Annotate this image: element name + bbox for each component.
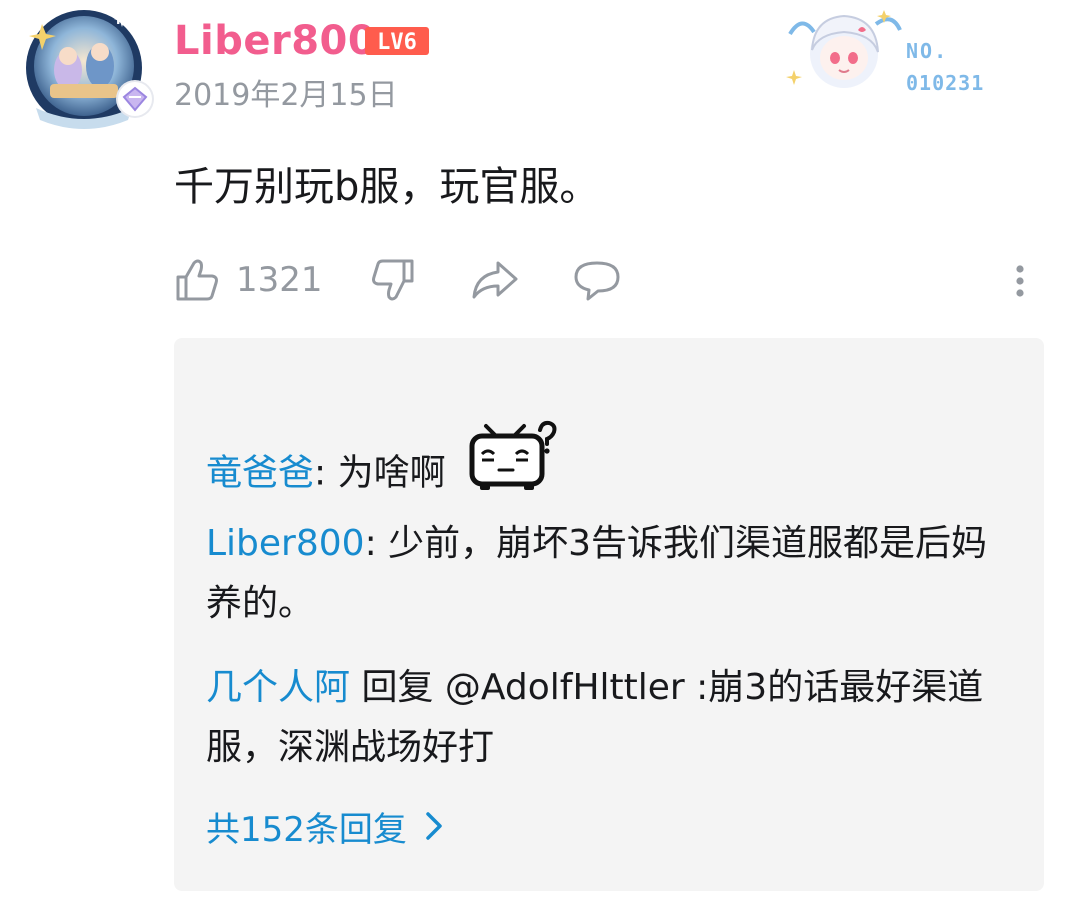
thumbs-down-icon — [372, 259, 414, 301]
more-options-button[interactable] — [1010, 250, 1030, 310]
reply-item[interactable]: 竜爸爸: 为啥啊 — [206, 420, 1006, 515]
like-count: 1321 — [236, 260, 323, 300]
comment-icon — [574, 261, 620, 301]
reply-separator — [350, 667, 361, 708]
share-icon — [472, 261, 518, 299]
view-all-replies-label: 共152条回复 — [206, 810, 407, 850]
fan-card-character-image — [786, 10, 902, 88]
fan-card-label: NO. — [906, 39, 949, 63]
reply-item[interactable]: Liber800: 少前，崩坏3告诉我们渠道服都是后妈养的。 — [206, 514, 1006, 634]
reply-separator: : — [314, 452, 338, 494]
reply-separator: : — [364, 523, 389, 564]
comment-date: 2019年2月15日 — [174, 78, 398, 113]
dislike-button[interactable] — [370, 250, 416, 310]
fan-card[interactable]: NO. 010231 — [784, 4, 1004, 100]
replies-preview[interactable]: 竜爸爸: 为啥啊 Liber800: 少前，崩坏3告诉我们渠道服都是后妈养的。 … — [174, 338, 1044, 891]
reply-button[interactable] — [572, 250, 622, 310]
username[interactable]: Liber800 — [174, 16, 376, 66]
level-badge: LV6 — [364, 26, 430, 60]
comment-text: 千万别玩b服，玩官服。 — [174, 164, 600, 210]
fan-card-number: 010231 — [906, 71, 985, 95]
reply-item[interactable]: 几个人阿 回复 @AdolfHlttler :崩3的话最好渠道服，深渊战场好打 — [206, 658, 1006, 778]
diamond-icon — [122, 86, 148, 112]
thumbs-up-icon — [176, 259, 218, 301]
view-all-replies-link[interactable]: 共152条回复 — [206, 800, 443, 860]
share-button[interactable] — [470, 250, 520, 310]
like-button[interactable]: 1321 — [174, 250, 323, 310]
avatar[interactable]: RII — [20, 4, 152, 132]
chevron-right-icon — [425, 800, 443, 860]
comment-action-bar: 1321 — [174, 250, 1034, 310]
level-text: LV6 — [377, 30, 417, 55]
reply-author[interactable]: 几个人阿 — [206, 667, 350, 708]
reply-author[interactable]: 竜爸爸 — [206, 453, 314, 494]
more-vertical-icon — [1016, 265, 1024, 297]
reply-text: 为啥啊 — [337, 452, 446, 494]
level-6-icon: LV6 — [365, 27, 429, 55]
bilibili-tv-question-emote-icon — [468, 420, 558, 515]
reply-author[interactable]: Liber800 — [206, 523, 365, 564]
verified-badge — [118, 82, 152, 116]
svg-text:RII: RII — [116, 13, 134, 27]
